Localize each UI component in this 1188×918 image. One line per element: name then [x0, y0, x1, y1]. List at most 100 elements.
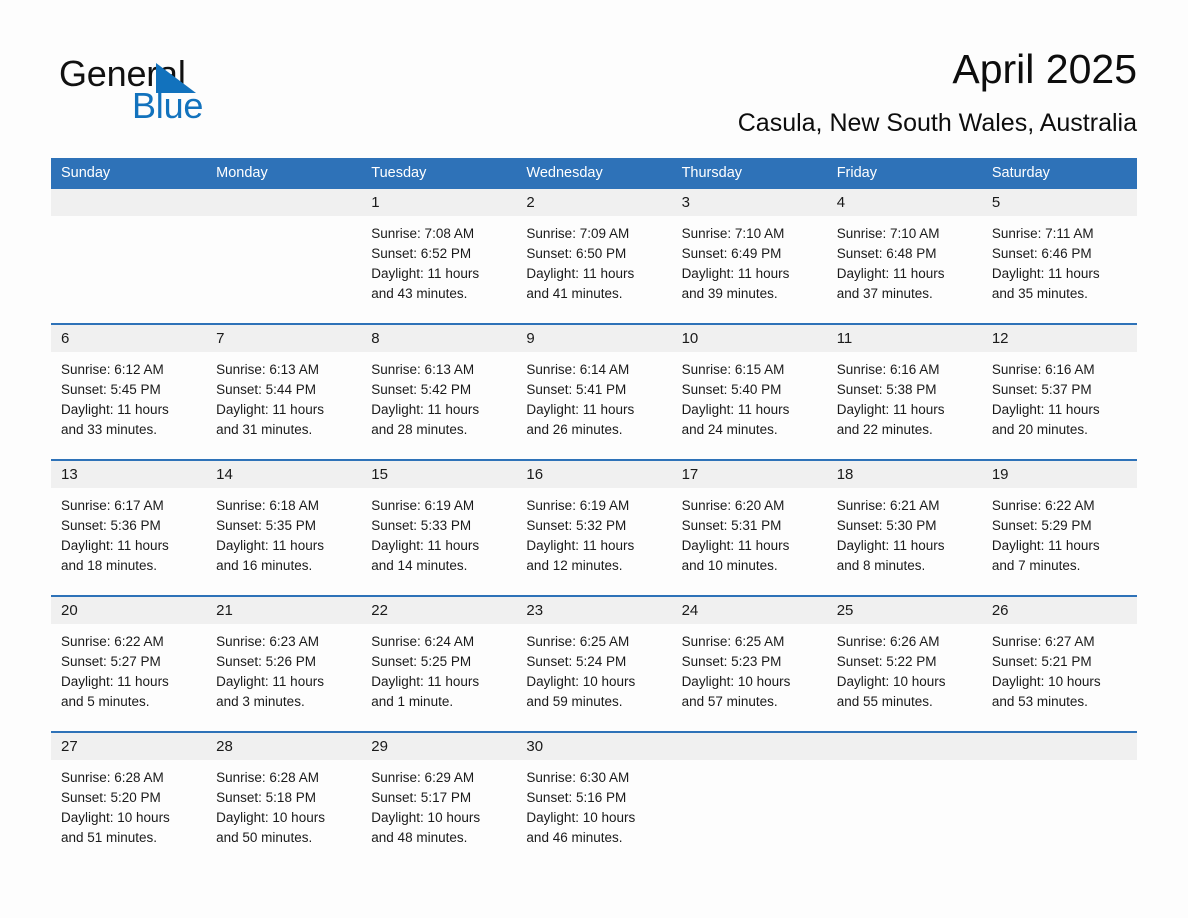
day-number[interactable]: 30	[516, 733, 671, 760]
day-number[interactable]: 14	[206, 461, 361, 488]
day-number[interactable]: 26	[982, 597, 1137, 624]
daylight-text-line1: Daylight: 11 hours	[61, 538, 169, 553]
day-number[interactable]: 11	[827, 325, 982, 352]
day-number[interactable]: 21	[206, 597, 361, 624]
day-cell[interactable]: Sunrise: 6:21 AM Sunset: 5:30 PM Daylight:…	[827, 488, 982, 595]
day-cell[interactable]: Sunrise: 7:11 AM Sunset: 6:46 PM Daylight:…	[982, 216, 1137, 323]
day-number[interactable]: 16	[516, 461, 671, 488]
day-cell[interactable]: Sunrise: 6:13 AM Sunset: 5:42 PM Daylight:…	[361, 352, 516, 459]
day-number[interactable]: 15	[361, 461, 516, 488]
day-cell[interactable]: Sunrise: 6:19 AM Sunset: 5:32 PM Daylight:…	[516, 488, 671, 595]
day-number[interactable]: 13	[51, 461, 206, 488]
page-header: General Blue April 2025 Casula, New Sout…	[51, 38, 1137, 148]
daylight-text-line2: and 43 minutes.	[371, 286, 468, 301]
day-number[interactable]: 10	[672, 325, 827, 352]
day-cell[interactable]: Sunrise: 6:27 AM Sunset: 5:21 PM Daylight:…	[982, 624, 1137, 731]
day-number[interactable]: 28	[206, 733, 361, 760]
month-calendar: Sunday Monday Tuesday Wednesday Thursday…	[51, 158, 1137, 872]
day-cell[interactable]: Sunrise: 6:18 AM Sunset: 5:35 PM Daylight:…	[206, 488, 361, 595]
daylight-text-line1: Daylight: 10 hours	[991, 674, 1101, 689]
day-number[interactable]: 5	[982, 189, 1137, 216]
day-number[interactable]: 4	[827, 189, 982, 216]
day-number[interactable]: 6	[51, 325, 206, 352]
day-number[interactable]: 3	[672, 189, 827, 216]
sunset-text: Sunset: 5:29 PM	[991, 518, 1092, 533]
day-number[interactable]: 22	[361, 597, 516, 624]
day-number[interactable]: 29	[361, 733, 516, 760]
daylight-text-line2: and 31 minutes.	[216, 422, 313, 437]
daylight-text-line1: Daylight: 10 hours	[836, 674, 946, 689]
day-cell[interactable]: Sunrise: 6:22 AM Sunset: 5:27 PM Daylight:…	[51, 624, 206, 731]
day-cell[interactable]: Sunrise: 6:17 AM Sunset: 5:36 PM Daylight:…	[51, 488, 206, 595]
sunrise-text: Sunrise: 6:25 AM	[526, 634, 630, 649]
day-number[interactable]: 17	[672, 461, 827, 488]
sunrise-text: Sunrise: 6:28 AM	[216, 770, 319, 785]
general-blue-logo[interactable]: General Blue	[59, 54, 319, 134]
sunset-text: Sunset: 5:41 PM	[526, 382, 627, 397]
day-cell[interactable]: Sunrise: 6:29 AM Sunset: 5:17 PM Daylight:…	[361, 760, 516, 872]
sunset-text: Sunset: 5:31 PM	[681, 518, 782, 533]
day-cell[interactable]: Sunrise: 6:25 AM Sunset: 5:23 PM Daylight:…	[672, 624, 827, 731]
day-cell[interactable]: Sunrise: 6:16 AM Sunset: 5:38 PM Daylight:…	[827, 352, 982, 459]
day-cell[interactable]: Sunrise: 6:26 AM Sunset: 5:22 PM Daylight:…	[827, 624, 982, 731]
day-cell[interactable]: Sunrise: 6:25 AM Sunset: 5:24 PM Daylight:…	[516, 624, 671, 731]
daylight-text-line2: and 39 minutes.	[681, 286, 778, 301]
day-cell[interactable]: Sunrise: 7:10 AM Sunset: 6:48 PM Daylight:…	[827, 216, 982, 323]
day-number[interactable]: 24	[672, 597, 827, 624]
day-number-band: 27 28 29 30	[51, 733, 1137, 760]
weekday-header-friday: Friday	[836, 165, 877, 181]
daylight-text-line1: Daylight: 11 hours	[836, 402, 945, 417]
day-cell[interactable]: Sunrise: 6:23 AM Sunset: 5:26 PM Daylight:…	[206, 624, 361, 731]
daylight-text-line1: Daylight: 10 hours	[526, 810, 636, 825]
day-number[interactable]: 9	[516, 325, 671, 352]
day-cell[interactable]: Sunrise: 7:10 AM Sunset: 6:49 PM Daylight:…	[672, 216, 827, 323]
day-number[interactable]: 2	[516, 189, 671, 216]
sunset-text: Sunset: 5:26 PM	[216, 654, 316, 669]
sunset-text: Sunset: 6:49 PM	[681, 246, 782, 261]
sunrise-text: Sunrise: 6:19 AM	[371, 498, 475, 513]
day-number-band: 6 7 8 9 10 11 12	[51, 325, 1137, 352]
day-cell[interactable]: Sunrise: 6:28 AM Sunset: 5:18 PM Daylight:…	[206, 760, 361, 872]
day-cell[interactable]: Sunrise: 6:30 AM Sunset: 5:16 PM Daylight:…	[516, 760, 671, 872]
day-cell[interactable]: Sunrise: 6:24 AM Sunset: 5:25 PM Daylight:…	[361, 624, 516, 731]
day-cell[interactable]: Sunrise: 7:09 AM Sunset: 6:50 PM Daylight:…	[516, 216, 671, 323]
sunrise-text: Sunrise: 6:22 AM	[61, 634, 164, 649]
day-cell[interactable]: Sunrise: 7:08 AM Sunset: 6:52 PM Daylight:…	[361, 216, 516, 323]
sunset-text: Sunset: 5:44 PM	[216, 382, 316, 397]
day-number-empty	[206, 189, 361, 216]
day-number[interactable]: 18	[827, 461, 982, 488]
day-number[interactable]: 20	[51, 597, 206, 624]
day-cell[interactable]: Sunrise: 6:15 AM Sunset: 5:40 PM Daylight:…	[672, 352, 827, 459]
daylight-text-line2: and 46 minutes.	[526, 830, 623, 845]
day-cell[interactable]: Sunrise: 6:20 AM Sunset: 5:31 PM Daylight:…	[672, 488, 827, 595]
sunset-text: Sunset: 5:25 PM	[371, 654, 472, 669]
sunrise-text: Sunrise: 6:17 AM	[61, 498, 164, 513]
sunset-text: Sunset: 5:36 PM	[61, 518, 161, 533]
day-cell[interactable]: Sunrise: 6:14 AM Sunset: 5:41 PM Daylight:…	[516, 352, 671, 459]
daylight-text-line2: and 7 minutes.	[991, 558, 1081, 573]
day-cell[interactable]: Sunrise: 6:28 AM Sunset: 5:20 PM Daylight:…	[51, 760, 206, 872]
daylight-text-line1: Daylight: 11 hours	[526, 402, 635, 417]
day-cell[interactable]: Sunrise: 6:19 AM Sunset: 5:33 PM Daylight:…	[361, 488, 516, 595]
daylight-text-line1: Daylight: 11 hours	[61, 402, 169, 417]
day-number[interactable]: 12	[982, 325, 1137, 352]
day-cell[interactable]: Sunrise: 6:22 AM Sunset: 5:29 PM Daylight:…	[982, 488, 1137, 595]
day-cell[interactable]: Sunrise: 6:12 AM Sunset: 5:45 PM Daylight:…	[51, 352, 206, 459]
day-number[interactable]: 23	[516, 597, 671, 624]
day-number[interactable]: 7	[206, 325, 361, 352]
calendar-week-row: 20 21 22 23 24 25 26 Sunrise: 6:22 AM Sunset: 5:…	[51, 595, 1137, 731]
day-number[interactable]: 25	[827, 597, 982, 624]
calendar-page: General Blue April 2025 Casula, New Sout…	[0, 0, 1188, 918]
day-number-band: 13 14 15 16 17 18 19	[51, 461, 1137, 488]
day-number[interactable]: 19	[982, 461, 1137, 488]
day-number[interactable]: 27	[51, 733, 206, 760]
sunrise-text: Sunrise: 6:12 AM	[61, 362, 164, 377]
daylight-text-line2: and 22 minutes.	[836, 422, 933, 437]
day-number[interactable]: 1	[361, 189, 516, 216]
day-cell[interactable]: Sunrise: 6:16 AM Sunset: 5:37 PM Daylight:…	[982, 352, 1137, 459]
location-subtitle: Casula, New South Wales, Australia	[737, 109, 1137, 137]
day-cell[interactable]: Sunrise: 6:13 AM Sunset: 5:44 PM Daylight:…	[206, 352, 361, 459]
sunset-text: Sunset: 6:46 PM	[991, 246, 1092, 261]
day-number[interactable]: 8	[361, 325, 516, 352]
weekday-header-thursday: Thursday	[681, 165, 743, 181]
